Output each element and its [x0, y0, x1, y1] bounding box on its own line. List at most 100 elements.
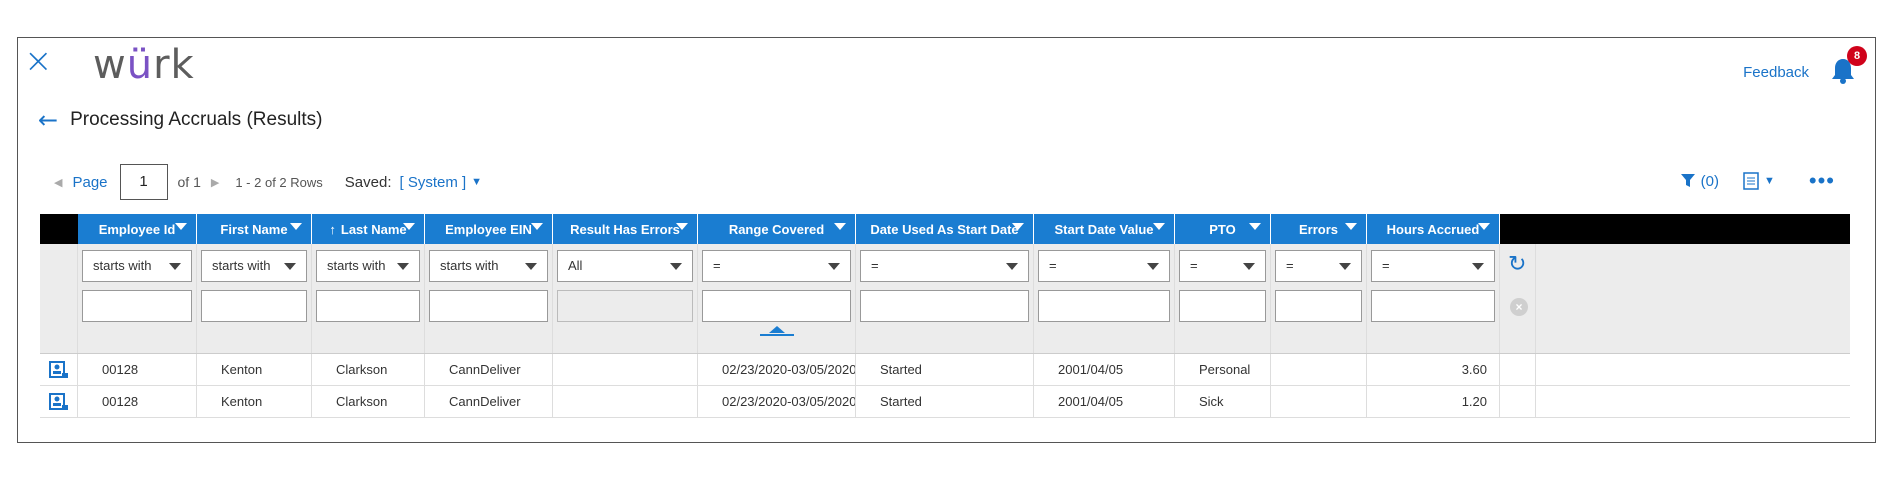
column-header[interactable]: Employee EIN [425, 214, 553, 244]
column-header-label: Employee EIN [445, 221, 532, 237]
column-header[interactable]: Range Covered [698, 214, 856, 244]
filter-operator-select[interactable]: = [1275, 250, 1362, 282]
filter-input[interactable] [316, 290, 420, 322]
filter-cell: starts with [312, 244, 425, 353]
chevron-down-icon[interactable] [1478, 223, 1490, 230]
refresh-icon[interactable]: ↻ [1508, 254, 1526, 276]
filter-operator-select[interactable]: starts with [316, 250, 420, 282]
filter-operator-select[interactable]: = [860, 250, 1029, 282]
page-number-input[interactable]: 1 [119, 164, 168, 200]
table-row[interactable]: 00128 Kenton Clarkson CannDeliver 02/23/2020… [40, 354, 1850, 386]
grid-header: Employee Id First Name ↑ Last Name Employee … [40, 214, 1850, 244]
filter-button[interactable]: (0) [1680, 172, 1719, 190]
table-cell: Sick [1175, 386, 1271, 417]
feedback-link[interactable]: Feedback [1743, 64, 1809, 81]
table-cell [1271, 354, 1367, 385]
filter-input[interactable] [1371, 290, 1495, 322]
collapse-filters-icon[interactable] [768, 326, 785, 333]
employee-profile-icon[interactable] [48, 360, 69, 379]
more-options-icon[interactable]: ••• [1809, 170, 1835, 192]
filter-cell: = [1367, 244, 1500, 353]
chevron-down-icon[interactable] [1153, 223, 1165, 230]
column-header[interactable]: Hours Accrued [1367, 214, 1500, 244]
column-header[interactable]: Start Date Value [1034, 214, 1175, 244]
filter-input[interactable] [1179, 290, 1266, 322]
filter-input[interactable] [1275, 290, 1362, 322]
chevron-down-icon[interactable]: ▼ [471, 176, 482, 188]
filter-operator-value: = [1286, 258, 1294, 273]
filter-row: starts with starts with starts with starts … [40, 244, 1850, 354]
filter-input[interactable] [201, 290, 307, 322]
table-cell: 02/23/2020-03/05/2020 [698, 386, 856, 417]
table-row[interactable]: 00128 Kenton Clarkson CannDeliver 02/23/2020… [40, 386, 1850, 418]
filter-input[interactable] [82, 290, 192, 322]
column-header-label: Range Covered [728, 221, 825, 237]
column-header[interactable]: Date Used As Start Date [856, 214, 1034, 244]
back-arrow-icon[interactable]: ← [38, 108, 58, 132]
column-header-label: Last Name [340, 221, 407, 237]
logo: würk [93, 42, 195, 88]
table-cell: 2001/04/05 [1034, 386, 1175, 417]
filter-operator-value: starts with [93, 258, 152, 273]
page-title: Processing Accruals (Results) [70, 109, 323, 130]
chevron-down-icon[interactable] [834, 223, 846, 230]
table-cell: Kenton [197, 386, 312, 417]
filter-input[interactable] [429, 290, 548, 322]
filter-actions: ↻ × [1500, 244, 1536, 353]
filter-input[interactable] [702, 290, 851, 322]
row-tail-cell [1500, 386, 1536, 417]
clear-filter-icon[interactable]: × [1510, 298, 1528, 316]
chevron-down-icon: ▼ [1764, 175, 1775, 187]
row-tail-cell [1500, 354, 1536, 385]
column-header[interactable]: PTO [1175, 214, 1271, 244]
filter-operator-select[interactable]: starts with [429, 250, 548, 282]
chevron-down-icon[interactable] [290, 223, 302, 230]
filter-operator-select[interactable]: = [702, 250, 851, 282]
filter-count: (0) [1700, 172, 1719, 190]
saved-view-select[interactable]: [ System ] [399, 174, 466, 191]
export-button[interactable]: ▼ [1743, 172, 1775, 190]
filter-operator-select[interactable]: = [1038, 250, 1170, 282]
column-header[interactable]: Employee Id [78, 214, 197, 244]
chevron-down-icon[interactable] [1249, 223, 1261, 230]
column-header[interactable]: First Name [197, 214, 312, 244]
row-icon-cell [40, 354, 78, 385]
chevron-down-icon[interactable] [531, 223, 543, 230]
filter-operator-select[interactable]: starts with [82, 250, 192, 282]
filter-cell: = [1034, 244, 1175, 353]
column-header[interactable]: Result Has Errors [553, 214, 698, 244]
filter-operator-select[interactable]: starts with [201, 250, 307, 282]
chevron-down-icon[interactable] [403, 223, 415, 230]
employee-profile-icon[interactable] [48, 392, 69, 411]
filter-operator-select[interactable]: All [557, 250, 693, 282]
filter-cell: starts with [197, 244, 312, 353]
chevron-down-icon[interactable] [175, 223, 187, 230]
chevron-down-icon[interactable] [1012, 223, 1024, 230]
row-icon-cell [40, 386, 78, 417]
filter-operator-select[interactable]: = [1179, 250, 1266, 282]
next-page-icon[interactable]: ▶ [211, 176, 219, 189]
chevron-down-icon[interactable] [676, 223, 688, 230]
app-frame: × würk Feedback 8 ← Processing Accruals … [17, 37, 1876, 443]
chevron-down-icon [284, 263, 296, 270]
results-grid: Employee Id First Name ↑ Last Name Employee … [40, 214, 1850, 418]
table-cell: Personal [1175, 354, 1271, 385]
filter-input[interactable] [1038, 290, 1170, 322]
header-spacer [1500, 214, 1536, 244]
table-cell: Clarkson [312, 354, 425, 385]
chevron-down-icon [1472, 263, 1484, 270]
chevron-down-icon [670, 263, 682, 270]
column-header-label: PTO [1209, 221, 1236, 237]
table-cell: Started [856, 354, 1034, 385]
close-icon[interactable]: × [24, 44, 53, 78]
chevron-down-icon[interactable] [1345, 223, 1357, 230]
filter-cell: = [856, 244, 1034, 353]
table-cell: CannDeliver [425, 354, 553, 385]
filter-operator-select[interactable]: = [1371, 250, 1495, 282]
column-header[interactable]: ↑ Last Name [312, 214, 425, 244]
prev-page-icon[interactable]: ◀ [54, 176, 62, 189]
table-cell: Started [856, 386, 1034, 417]
column-header[interactable]: Errors [1271, 214, 1367, 244]
filter-input[interactable] [860, 290, 1029, 322]
chevron-down-icon [1243, 263, 1255, 270]
